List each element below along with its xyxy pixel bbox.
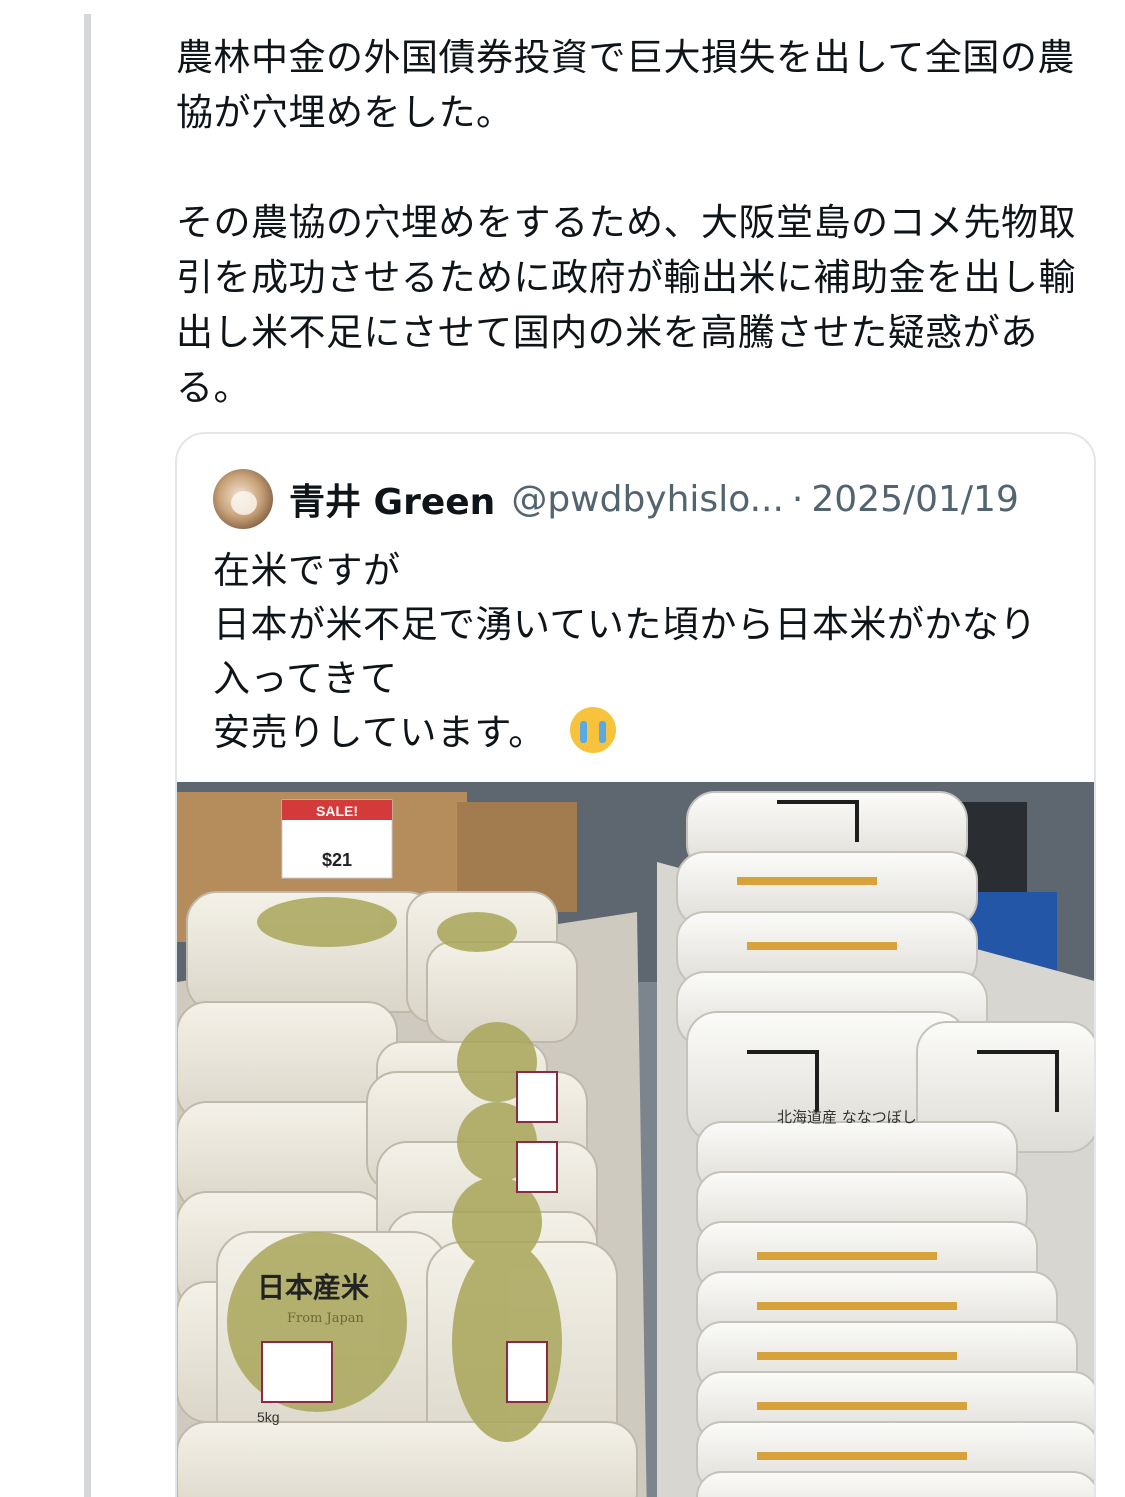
avatar[interactable] xyxy=(213,469,273,529)
thread-connector-line xyxy=(84,0,91,1497)
quoted-tweet-card[interactable]: 青井 Green @pwdbyhislo... · 2025/01/19 在米で… xyxy=(175,432,1096,1497)
sale-sign: SALE! $21 xyxy=(281,799,393,879)
bag-label-right: 北海道産 ななつぼし xyxy=(777,1108,917,1126)
bag-label-left: 日本産米 xyxy=(257,1271,369,1304)
bag-label-left-sub: From Japan xyxy=(287,1311,365,1326)
quoted-tweet-date[interactable]: 2025/01/19 xyxy=(811,479,1019,520)
quoted-author-name[interactable]: 青井 Green xyxy=(289,473,495,525)
quoted-tweet-header: 青井 Green @pwdbyhislo... · 2025/01/19 xyxy=(213,468,1019,530)
tweet-text: 農林中金の外国債券投資で巨大損失を出して全国の農協が穴埋めをした。 その農協の穴… xyxy=(176,36,1076,409)
sale-price-text: $21 xyxy=(322,850,352,870)
quoted-tweet-photo[interactable]: SALE! $21 日本産米 From Japan 5kg 北海道産 ななつぼし xyxy=(177,782,1094,1497)
sale-sign-text: SALE! xyxy=(316,803,358,819)
bag-weight: 5kg xyxy=(257,1409,280,1425)
tweet-thread-view: 農林中金の外国債券投資で巨大損失を出して全国の農協が穴埋めをした。 その農協の穴… xyxy=(0,0,1125,1497)
quoted-author-handle[interactable]: @pwdbyhislo... xyxy=(511,479,784,520)
header-separator: · xyxy=(791,478,804,520)
rice-bags-photo: SALE! $21 日本産米 From Japan 5kg 北海道産 ななつぼし xyxy=(177,782,1094,1497)
left-rice-pile: 日本産米 From Japan 5kg xyxy=(177,891,647,1497)
loudly-crying-face-icon xyxy=(569,707,616,753)
quoted-tweet-text-body: 在米ですが 日本が米不足で湧いていた頃から日本米がかなり入ってきて 安売りしてい… xyxy=(213,549,1037,754)
quoted-tweet-text: 在米ですが 日本が米不足で湧いていた頃から日本米がかなり入ってきて 安売りしてい… xyxy=(213,544,1053,760)
